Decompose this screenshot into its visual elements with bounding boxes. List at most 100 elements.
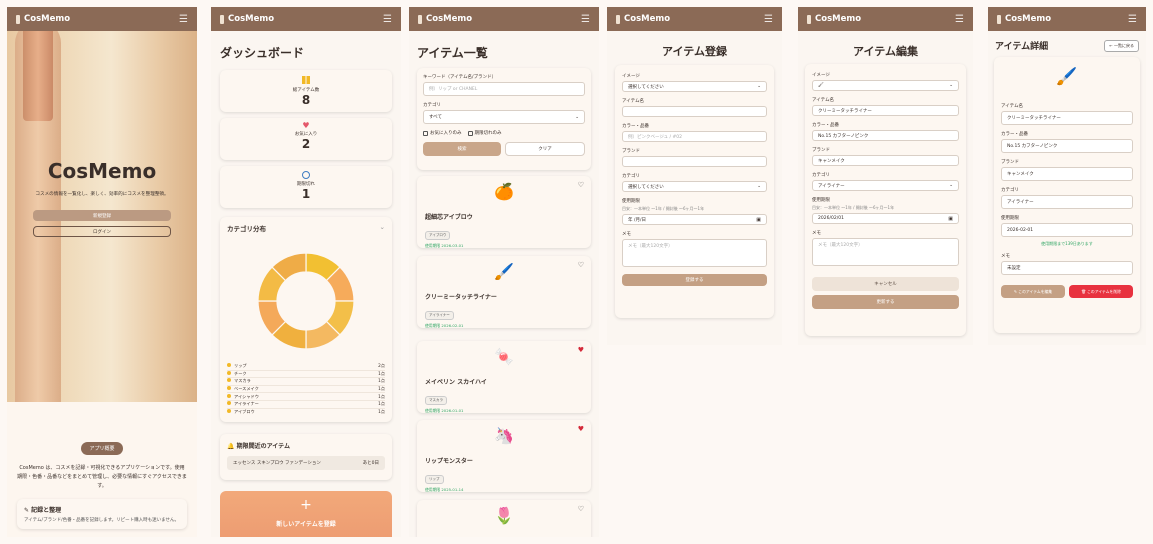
heart-outline-icon[interactable]: ♡ bbox=[578, 261, 584, 269]
item-category-tag: アイライナー bbox=[425, 311, 454, 320]
register-panel: CosMemo ☰ アイテム登録 イメージ 選択してください ⌄ アイテム名 カラ… bbox=[607, 7, 782, 345]
heart-filled-icon[interactable]: ♥ bbox=[578, 346, 584, 354]
edit-item-label: このアイテムを編集 bbox=[1018, 288, 1053, 294]
lipstick-icon bbox=[807, 14, 811, 24]
color-input[interactable]: No.15 カフターノピンク bbox=[812, 130, 959, 141]
memo-textarea[interactable]: メモ（最大120文字） bbox=[812, 238, 959, 266]
heart-outline-icon[interactable]: ♡ bbox=[578, 505, 584, 513]
category-select[interactable]: 選択してください ⌄ bbox=[622, 181, 767, 192]
back-button[interactable]: ← 一覧に戻る bbox=[1104, 39, 1139, 52]
name-label: アイテム名 bbox=[812, 98, 835, 103]
name-input[interactable]: クリーミータッチライナー bbox=[812, 105, 959, 116]
search-card: キーワード（アイテム名/ブランド） 例）リップ or CHANEL カテゴリ す… bbox=[417, 68, 591, 170]
checkbox-box bbox=[467, 130, 473, 136]
hamburger-menu-icon[interactable]: ☰ bbox=[1128, 14, 1137, 25]
brand[interactable]: CosMemo bbox=[807, 14, 861, 24]
image-select[interactable]: 選択してください ⌄ bbox=[622, 81, 767, 92]
chevron-down-icon[interactable]: ⌄ bbox=[380, 223, 385, 233]
legend-row: チーク 1点 bbox=[227, 370, 385, 379]
detail-title: アイテム詳細 bbox=[995, 42, 1049, 52]
brand-name: CosMemo bbox=[228, 14, 275, 24]
delete-item-button[interactable]: 🗑 このアイテムを削除 bbox=[1069, 285, 1133, 298]
category-select-value: 選択してください bbox=[628, 184, 664, 190]
expiry-date-input[interactable]: 年 /月/日 ▣ bbox=[622, 214, 767, 225]
item-card[interactable]: ♡ 🖌️ クリーミータッチライナー アイライナー 使用期限 2026-02-01 bbox=[417, 256, 591, 328]
brand[interactable]: CosMemo bbox=[418, 14, 472, 24]
item-image: 🖌️ bbox=[494, 262, 514, 281]
stat-card-total[interactable]: 総アイテム数 8 bbox=[220, 70, 392, 112]
legend-count: 2点 bbox=[378, 363, 385, 369]
expiry-item[interactable]: エッセンス スキンプロウ ファンデーション あと0日 bbox=[227, 456, 385, 470]
register-button[interactable]: 新規登録 bbox=[33, 210, 171, 221]
item-category-tag: リップ bbox=[425, 475, 444, 484]
about-badge: アプリ概要 bbox=[81, 442, 123, 455]
item-card[interactable]: ♡ 🍊 超細芯アイブロウ アイブロウ 使用期限 2026-03-01 bbox=[417, 176, 591, 248]
keyword-label: キーワード（アイテム名/ブランド） bbox=[423, 75, 497, 80]
color-input[interactable]: 例）ピンクベージュ / #02 bbox=[622, 131, 767, 142]
hamburger-menu-icon[interactable]: ☰ bbox=[955, 14, 964, 25]
expiry-card: 🔔 期限間近のアイテム エッセンス スキンプロウ ファンデーション あと0日 bbox=[220, 434, 392, 480]
add-item-card[interactable]: + 新しいアイテムを登録 bbox=[220, 491, 392, 537]
name-input[interactable] bbox=[622, 106, 767, 117]
stat-card-favorite[interactable]: ♥ お気に入り 2 bbox=[220, 118, 392, 160]
color-label: カラー・品番 bbox=[1001, 132, 1028, 137]
item-card[interactable]: ♡ 🌷 bbox=[417, 500, 591, 537]
brand[interactable]: CosMemo bbox=[997, 14, 1051, 24]
legend-name: アイシャドウ bbox=[234, 393, 259, 399]
app-header: CosMemo ☰ bbox=[988, 7, 1146, 31]
app-header: CosMemo ☰ bbox=[798, 7, 973, 31]
chevron-down-icon: ⌄ bbox=[757, 84, 761, 89]
app-header: CosMemo ☰ bbox=[607, 7, 782, 31]
memo-textarea[interactable]: メモ（最大120文字） bbox=[622, 239, 767, 267]
item-expiry: 使用期限 2025-01-14 bbox=[425, 487, 464, 492]
stat-value: 8 bbox=[301, 93, 311, 107]
submit-button[interactable]: 登録する bbox=[622, 274, 767, 286]
category-donut-chart bbox=[257, 252, 355, 350]
fav-only-checkbox[interactable]: お気に入りのみ bbox=[423, 130, 462, 136]
brand[interactable]: CosMemo bbox=[616, 14, 670, 24]
search-button[interactable]: 検索 bbox=[423, 142, 501, 156]
chevron-down-icon: ⌄ bbox=[949, 83, 953, 88]
edit-item-button[interactable]: ✎ このアイテムを編集 bbox=[1001, 285, 1065, 298]
brand-input[interactable] bbox=[622, 156, 767, 167]
category-select[interactable]: アイライナー ⌄ bbox=[812, 180, 959, 191]
brand-input[interactable]: キャンメイク bbox=[812, 155, 959, 166]
legend-name: チーク bbox=[234, 370, 247, 376]
cancel-button[interactable]: キャンセル bbox=[812, 277, 959, 291]
hamburger-menu-icon[interactable]: ☰ bbox=[383, 14, 392, 25]
hamburger-menu-icon[interactable]: ☰ bbox=[179, 14, 188, 25]
checkbox-box bbox=[423, 130, 428, 136]
trash-icon: 🗑 bbox=[1081, 289, 1086, 294]
brand-label: ブランド bbox=[1001, 160, 1019, 165]
calendar-icon[interactable]: ▣ bbox=[948, 216, 953, 222]
expired-only-label: 期限切れのみ bbox=[474, 131, 502, 136]
brand-name: CosMemo bbox=[624, 14, 671, 24]
expiry-label: 使用期限 bbox=[622, 199, 640, 204]
legend-dot bbox=[227, 401, 231, 406]
heart-outline-icon[interactable]: ♡ bbox=[578, 181, 584, 189]
heart-filled-icon[interactable]: ♥ bbox=[578, 425, 584, 433]
category-card: カテゴリ分布 ⌄ リップ 2点 チーク 1点 マスカラ 1点 ベースメイク 1点 アイシ… bbox=[220, 217, 392, 422]
expired-only-checkbox[interactable]: 期限切れのみ bbox=[467, 130, 502, 136]
category-select[interactable]: すべて ⌄ bbox=[423, 110, 585, 124]
expiry-date-input[interactable]: 2026/02/01 ▣ bbox=[812, 213, 959, 224]
item-card[interactable]: ♥ 🦄 リップモンスター リップ 使用期限 2025-01-14 bbox=[417, 420, 591, 492]
image-label: イメージ bbox=[622, 74, 640, 79]
calendar-icon[interactable]: ▣ bbox=[756, 217, 761, 223]
keyword-input[interactable]: 例）リップ or CHANEL bbox=[423, 82, 585, 96]
hamburger-menu-icon[interactable]: ☰ bbox=[764, 14, 773, 25]
about-section: アプリ概要 CosMemo は、コスメを記録・可視化できるアプリケーションです。… bbox=[7, 402, 197, 537]
image-select[interactable]: 🖌 ⌄ bbox=[812, 80, 959, 91]
login-button[interactable]: ログイン bbox=[33, 226, 171, 237]
clear-button[interactable]: クリア bbox=[505, 142, 585, 156]
update-button[interactable]: 更新する bbox=[812, 295, 959, 309]
stat-card-expired[interactable]: 期限切れ 1 bbox=[220, 166, 392, 208]
hamburger-menu-icon[interactable]: ☰ bbox=[581, 14, 590, 25]
brand[interactable]: CosMemo bbox=[220, 14, 274, 24]
legend-count: 1点 bbox=[378, 401, 385, 407]
legend-row: リップ 2点 bbox=[227, 363, 385, 371]
category-header[interactable]: カテゴリ分布 ⌄ bbox=[220, 217, 392, 239]
item-card[interactable]: ♥ 🍬 メイベリン スカイハイ マスカラ 使用期限 2026-01-01 bbox=[417, 341, 591, 413]
brand[interactable]: CosMemo bbox=[16, 14, 70, 24]
hero-text: コスメの情報を一覧化し、楽しく、効率的にコスメを整理整頓。 bbox=[35, 192, 169, 197]
